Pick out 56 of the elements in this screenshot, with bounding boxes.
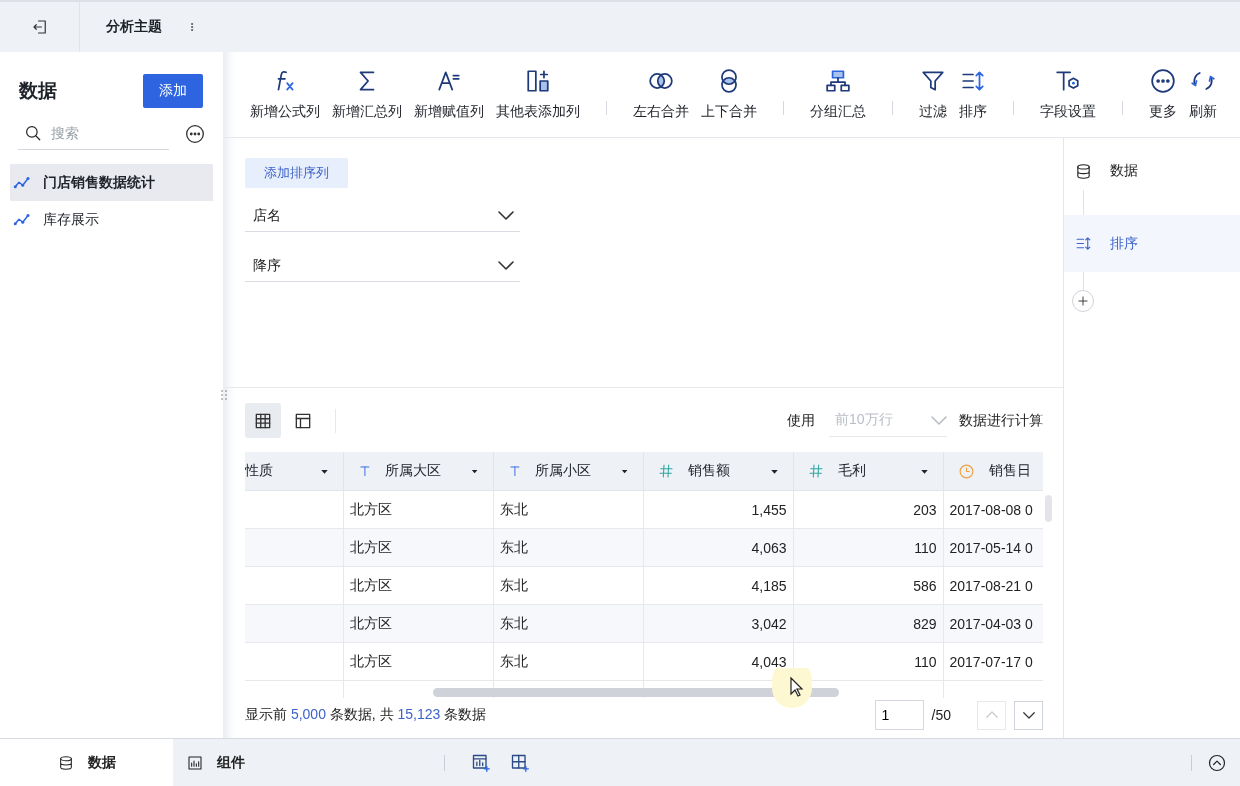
table-cell: 北方区 — [343, 490, 493, 529]
column-title: 销售日 — [988, 462, 1031, 480]
bottom-tab[interactable]: 组件 — [173, 739, 245, 786]
step-item[interactable]: 排序 — [1064, 215, 1240, 272]
dataset-item[interactable]: 库存展示 — [10, 201, 213, 238]
dataset-item[interactable]: 门店销售数据统计 — [10, 164, 213, 201]
page-input[interactable]: 1 — [874, 700, 924, 730]
table-cell: 北方区 — [343, 528, 493, 567]
table-cell: 203 — [793, 490, 943, 529]
column-title: 所属大区 — [385, 462, 442, 480]
toolbar-button[interactable]: 新增公式列 — [249, 68, 321, 121]
table-cell: 东北 — [493, 642, 643, 681]
table-cell: 北方区 — [343, 642, 493, 681]
tab-title: 分析主题 — [106, 18, 162, 36]
toolbar-button[interactable]: 新增赋值列 — [413, 68, 485, 121]
toolbar-button[interactable]: 分组汇总 — [809, 68, 867, 121]
table-cell: 东北 — [493, 566, 643, 605]
toolbar-button[interactable]: 更多 — [1148, 68, 1178, 121]
table-cell: 110 — [793, 528, 943, 567]
column-title: 销售额 — [687, 462, 730, 480]
table-cell: 东北 — [493, 604, 643, 643]
toolbar-button[interactable]: 其他表添加列 — [495, 68, 581, 121]
table-cell: 3,042 — [643, 604, 793, 643]
column-title: 毛利 — [837, 462, 866, 480]
table-cell: 北方区 — [343, 604, 493, 643]
column-title: 所属小区 — [535, 462, 592, 480]
table-cell: 586 — [793, 566, 943, 605]
toolbar-button[interactable]: 排序 — [958, 68, 988, 121]
toolbar-button[interactable]: 刷新 — [1188, 68, 1218, 121]
table-cell: 829 — [793, 604, 943, 643]
table-cell: 4,063 — [643, 528, 793, 567]
sort-select[interactable]: 降序 — [245, 250, 520, 282]
panel-title: 数据 — [19, 79, 57, 103]
record-count-text: 显示前 5,000 条数据, 共 15,123 条数据 — [245, 706, 487, 724]
toolbar-button[interactable]: 新增汇总列 — [331, 68, 403, 121]
search-field[interactable]: 搜索 — [51, 125, 161, 141]
add-button[interactable]: 添加 — [143, 74, 203, 108]
use-label: 使用 — [787, 411, 815, 430]
page-total: /50 — [931, 707, 951, 723]
bottom-tab[interactable]: 数据 — [0, 739, 173, 786]
toolbar-button[interactable]: 字段设置 — [1039, 68, 1097, 121]
table-cell: 东北 — [493, 528, 643, 567]
table-cell: 1,455 — [643, 490, 793, 529]
toolbar-button[interactable]: 上下合并 — [700, 68, 758, 121]
sort-select[interactable]: 店名 — [245, 200, 520, 232]
calc-label: 数据进行计算 — [959, 411, 1043, 430]
column-title: 性质 — [245, 462, 273, 480]
table-cell: 2017-05-14 0 — [943, 528, 1043, 567]
table-cell: 2017-04-03 0 — [943, 604, 1043, 643]
step-item[interactable]: 数据 — [1064, 152, 1240, 190]
toolbar-button[interactable]: 过滤 — [918, 68, 948, 121]
table-cell: 东北 — [493, 490, 643, 529]
table-cell: 4,185 — [643, 566, 793, 605]
add-sort-button[interactable]: 添加排序列 — [245, 158, 348, 188]
table-cell: 北方区 — [343, 566, 493, 605]
toolbar-button[interactable]: 左右合并 — [632, 68, 690, 121]
